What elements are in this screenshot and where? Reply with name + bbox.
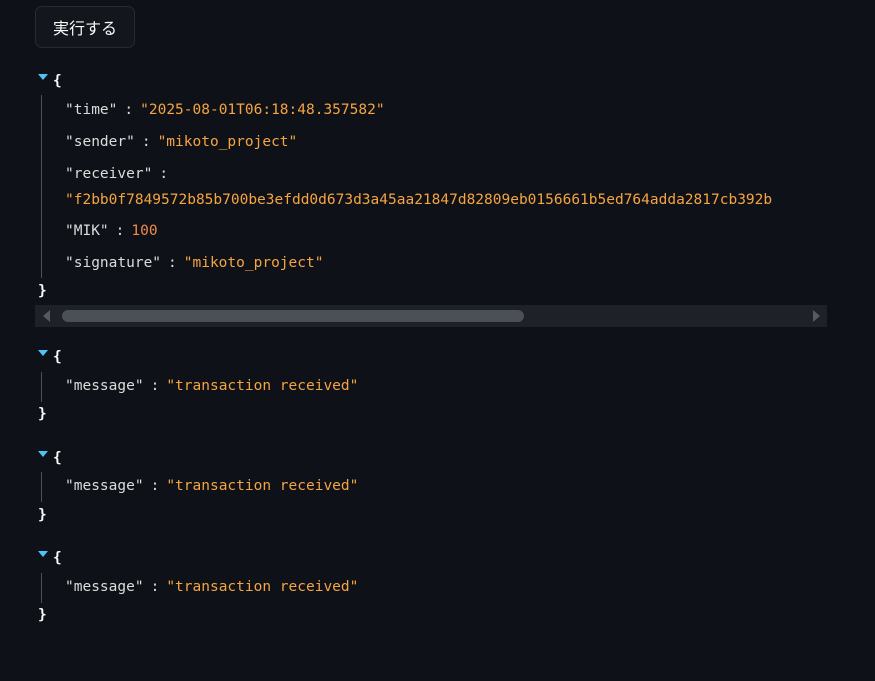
json-key: "time" xyxy=(65,102,118,118)
json-value-string: "transaction received" xyxy=(166,579,359,595)
horizontal-scrollbar[interactable] xyxy=(35,305,827,327)
colon: : xyxy=(124,102,134,118)
indent-guide xyxy=(41,573,42,603)
colon: : xyxy=(168,255,177,271)
open-brace: { xyxy=(53,550,62,566)
close-brace: } xyxy=(38,607,47,623)
json-field-time: "time": "2025-08-01T06:18:48.357582" xyxy=(65,100,385,120)
json-field-message: "message": "transaction received" xyxy=(65,376,358,396)
json-field-message: "message": "transaction received" xyxy=(65,476,358,496)
scroll-right-arrow-icon[interactable] xyxy=(813,310,820,322)
json-value-number: 100 xyxy=(131,223,158,239)
json-field-receiver: "receiver": xyxy=(65,164,175,184)
collapse-toggle-icon[interactable] xyxy=(38,551,48,557)
scrollbar-thumb[interactable] xyxy=(62,310,524,322)
json-viewer: { "time": "2025-08-01T06:18:48.357582" "s… xyxy=(0,0,827,681)
json-key: "message" xyxy=(65,579,144,595)
json-field-signature: "signature": "mikoto_project" xyxy=(65,253,323,273)
open-brace: { xyxy=(53,349,62,365)
json-key: "sender" xyxy=(65,134,135,150)
json-key: "signature" xyxy=(65,255,162,271)
indent-guide xyxy=(41,95,42,278)
colon: : xyxy=(150,579,160,595)
colon: : xyxy=(115,223,125,239)
collapse-toggle-icon[interactable] xyxy=(38,350,48,356)
json-field-message: "message": "transaction received" xyxy=(65,577,358,597)
close-brace: } xyxy=(38,406,47,422)
json-value-string: "transaction received" xyxy=(166,378,359,394)
json-value-string: "mikoto_project" xyxy=(183,255,324,271)
indent-guide xyxy=(41,472,42,502)
close-brace: } xyxy=(38,283,47,299)
json-key: "receiver" xyxy=(65,166,153,182)
json-field-sender: "sender": "mikoto_project" xyxy=(65,132,297,152)
close-brace: } xyxy=(38,507,47,523)
colon: : xyxy=(159,166,169,182)
colon: : xyxy=(150,478,160,494)
json-key: "MIK" xyxy=(65,223,109,239)
json-value-string: "transaction received" xyxy=(166,478,359,494)
open-brace: { xyxy=(53,450,62,466)
json-key: "message" xyxy=(65,478,144,494)
indent-guide xyxy=(41,372,42,402)
json-value-string: "mikoto_project" xyxy=(157,134,298,150)
json-key: "message" xyxy=(65,378,144,394)
json-value-string: "f2bb0f7849572b85b700be3efdd0d673d3a45aa… xyxy=(65,192,773,208)
json-value-string: "2025-08-01T06:18:48.357582" xyxy=(140,102,385,118)
open-brace: { xyxy=(53,73,62,89)
scroll-left-arrow-icon[interactable] xyxy=(43,310,50,322)
colon: : xyxy=(150,378,160,394)
json-field-mik: "MIK":100 xyxy=(65,221,158,241)
colon: : xyxy=(141,134,151,150)
collapse-toggle-icon[interactable] xyxy=(38,451,48,457)
collapse-toggle-icon[interactable] xyxy=(38,74,48,80)
